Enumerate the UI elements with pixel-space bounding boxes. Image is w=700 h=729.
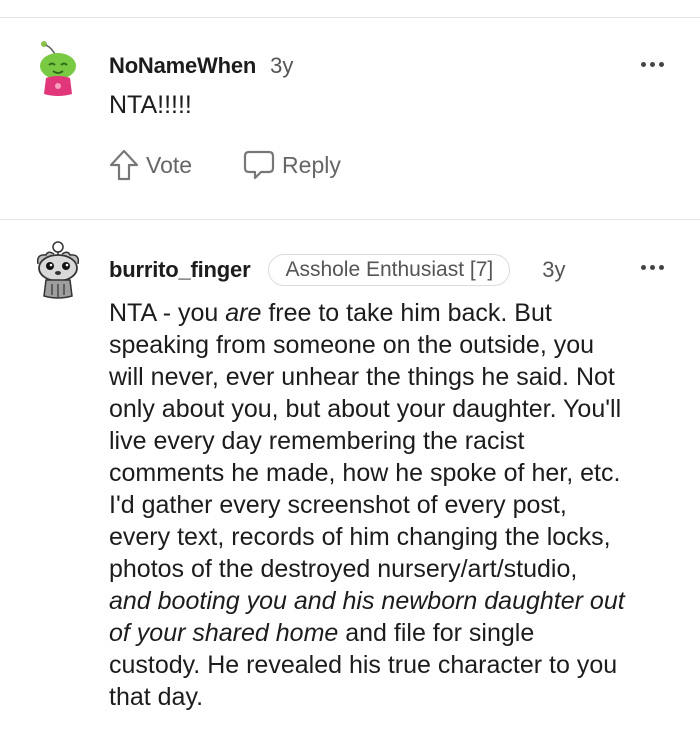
comment-body-line: and booting you and his newborn daughter… — [109, 585, 625, 617]
reply-label: Reply — [282, 151, 341, 178]
reply-button[interactable]: Reply — [242, 149, 341, 181]
timestamp[interactable]: 3y — [270, 53, 293, 79]
comment-body-line: comments he made, how he spoke of her, e… — [109, 459, 621, 487]
comment-body-line: only about you, but about your daughter.… — [109, 395, 622, 423]
comment-divider — [0, 219, 700, 220]
comment-body-line: photos of the destroyed nursery/art/stud… — [109, 555, 578, 583]
comment-header: burrito_finger Asshole Enthusiast [7] 3y — [109, 254, 565, 286]
body-text-segment: free to take him back. But — [261, 299, 552, 327]
comment-body-line: of your shared home and file for single — [109, 617, 625, 649]
username[interactable]: burrito_finger — [109, 257, 251, 283]
snoo-cartoon-avatar-icon[interactable] — [34, 240, 82, 300]
comment-body: NTA!!!!! — [109, 91, 192, 119]
reply-bubble-icon — [243, 150, 275, 180]
upvote-arrow-icon — [109, 149, 139, 181]
comment-body-line: live every day remembering the racist — [109, 427, 525, 455]
comment-header: NoNameWhen 3y — [109, 53, 293, 79]
comment-body-line: will never, ever unhear the things he sa… — [109, 363, 615, 391]
comment-body-line: I'd gather every screenshot of every pos… — [109, 491, 567, 519]
more-options-icon[interactable] — [641, 265, 667, 273]
body-text-segment: and file for single — [338, 619, 535, 647]
comment-body-line: every text, records of him changing the … — [109, 523, 611, 551]
top-divider — [0, 17, 700, 18]
snoo-green-avatar-icon[interactable] — [34, 38, 82, 98]
timestamp[interactable]: 3y — [542, 257, 565, 283]
comment-body-line: that day. — [109, 683, 204, 711]
more-options-icon[interactable] — [641, 62, 667, 70]
body-text-segment: NTA - you — [109, 299, 226, 327]
emphasis-text: and booting you and his newborn daughter… — [109, 587, 625, 615]
comment-body-line: speaking from someone on the outside, yo… — [109, 331, 595, 359]
comment-body-line: NTA - you are free to take him back. But — [109, 297, 625, 329]
username[interactable]: NoNameWhen — [109, 53, 256, 79]
comment-body-line: custody. He revealed his true character … — [109, 651, 618, 679]
emphasis-text: of your shared home — [109, 619, 339, 647]
comment-body: NTA - you are free to take him back. But… — [109, 297, 625, 713]
comment-actions: Vote Reply — [108, 148, 341, 182]
vote-button[interactable]: Vote — [108, 148, 192, 182]
emphasis-text: are — [225, 299, 262, 327]
user-flair: Asshole Enthusiast [7] — [268, 254, 511, 286]
vote-label: Vote — [146, 151, 193, 178]
